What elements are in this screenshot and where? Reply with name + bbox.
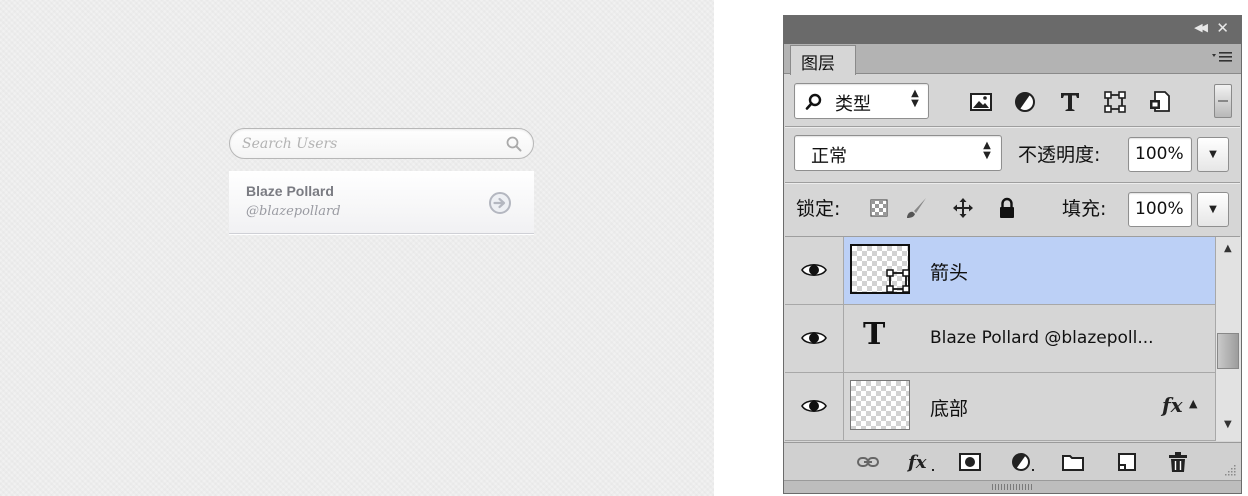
layer-name: 底部 xyxy=(930,398,969,420)
link-layers-icon[interactable] xyxy=(856,451,880,473)
lock-transparent-pixels-icon[interactable] xyxy=(867,196,891,220)
layer-name: 箭头 xyxy=(930,262,969,284)
adjustment-filter-icon[interactable] xyxy=(1012,89,1038,115)
eye-icon[interactable] xyxy=(801,396,827,416)
resize-grip-icon[interactable] xyxy=(1223,463,1237,477)
visibility-cell[interactable] xyxy=(785,305,844,372)
scroll-down-icon[interactable]: ▼ xyxy=(1224,419,1232,430)
opacity-dropdown-button[interactable]: ▼ xyxy=(1197,137,1229,172)
layer-row-arrow[interactable]: 箭头 xyxy=(785,237,1215,305)
updown-arrows-icon: ▲ ▼ xyxy=(983,140,991,161)
panel-bottom-toolbar: fx xyxy=(784,442,1241,480)
lock-icon[interactable] xyxy=(995,196,1019,220)
shape-filter-icon[interactable] xyxy=(1102,89,1128,115)
brush-icon[interactable] xyxy=(904,196,928,220)
arrow-circle-right-icon[interactable] xyxy=(488,191,512,215)
panel-tabstrip: 图层 xyxy=(784,44,1241,75)
blend-mode-value: 正常 xyxy=(811,146,847,167)
lock-label: 锁定: xyxy=(796,198,841,220)
eye-icon[interactable] xyxy=(801,260,827,280)
filter-toggle-switch[interactable] xyxy=(1214,84,1232,118)
text-filter-icon[interactable] xyxy=(1057,89,1083,115)
svg-text:fx: fx xyxy=(906,452,927,473)
updown-arrows-icon: ▲ ▼ xyxy=(911,88,919,109)
panel-resize-strip xyxy=(784,480,1241,493)
layer-effects-badge[interactable]: fx xyxy=(1162,393,1183,417)
opacity-input[interactable]: 100% xyxy=(1128,137,1192,172)
opacity-label: 不透明度: xyxy=(1018,144,1101,166)
smart-object-filter-icon[interactable] xyxy=(1147,89,1173,115)
tab-layers[interactable]: 图层 xyxy=(790,45,856,75)
search-input[interactable] xyxy=(242,133,497,155)
new-layer-icon[interactable] xyxy=(1115,451,1139,473)
layer-row-base[interactable]: 底部 fx ▲ xyxy=(785,373,1215,441)
layer-thumbnail xyxy=(850,244,910,294)
visibility-cell[interactable] xyxy=(785,373,844,440)
fill-label: 填充: xyxy=(1062,198,1107,220)
fill-input[interactable]: 100% xyxy=(1128,192,1192,227)
blend-mode-select[interactable]: 正常 ▲ ▼ xyxy=(794,135,1002,171)
eye-icon[interactable] xyxy=(801,328,827,348)
new-adjustment-layer-icon[interactable] xyxy=(1010,451,1038,473)
layers-scrollbar[interactable]: ▲ ▼ xyxy=(1215,237,1241,441)
opacity-value: 100% xyxy=(1135,144,1184,164)
move-icon[interactable] xyxy=(951,196,975,220)
collapse-icon[interactable]: ◀◀ xyxy=(1194,21,1208,34)
user-name: Blaze Pollard xyxy=(246,183,334,199)
layer-filter-select[interactable]: 类型 ▲ ▼ xyxy=(794,83,929,119)
shape-layer-icon xyxy=(886,269,910,293)
fill-dropdown-button[interactable]: ▼ xyxy=(1197,192,1229,227)
add-mask-icon[interactable] xyxy=(958,451,982,473)
scroll-up-icon[interactable]: ▲ xyxy=(1224,243,1232,254)
text-layer-icon: T xyxy=(863,317,886,352)
search-icon[interactable] xyxy=(505,135,523,153)
drag-handle[interactable] xyxy=(992,484,1032,490)
search-box[interactable] xyxy=(229,128,534,159)
fill-value: 100% xyxy=(1135,199,1184,219)
folder-icon[interactable] xyxy=(1061,451,1085,473)
layers-panel: ◀◀ ✕ 图层 类型 ▲ ▼ 正常 ▲ ▼ 不透明度: 100% ▼ 锁定: 填… xyxy=(783,15,1242,494)
layer-name: Blaze Pollard @blazepoll... xyxy=(930,328,1154,348)
divider xyxy=(785,182,1240,183)
layer-thumbnail xyxy=(850,380,910,430)
close-icon[interactable]: ✕ xyxy=(1216,19,1229,37)
filter-type-label: 类型 xyxy=(835,94,871,115)
layer-row-text[interactable]: T Blaze Pollard @blazepoll... xyxy=(785,305,1215,373)
visibility-cell[interactable] xyxy=(785,237,844,304)
design-canvas: Blaze Pollard @blazepollard xyxy=(0,0,714,496)
image-filter-icon[interactable] xyxy=(968,89,994,115)
add-layer-style-icon[interactable]: fx xyxy=(906,451,938,473)
trash-icon[interactable] xyxy=(1166,451,1190,473)
divider xyxy=(785,126,1240,127)
panel-titlebar[interactable]: ◀◀ ✕ xyxy=(784,16,1241,44)
expand-effects-icon[interactable]: ▲ xyxy=(1189,397,1197,410)
user-handle: @blazepollard xyxy=(246,204,341,219)
search-icon xyxy=(805,93,822,110)
layers-list[interactable]: 箭头 T Blaze Pollard @blazepoll... 底部 fx ▲ xyxy=(785,237,1215,441)
panel-menu-icon[interactable] xyxy=(1211,50,1233,64)
scroll-thumb[interactable] xyxy=(1217,333,1239,369)
